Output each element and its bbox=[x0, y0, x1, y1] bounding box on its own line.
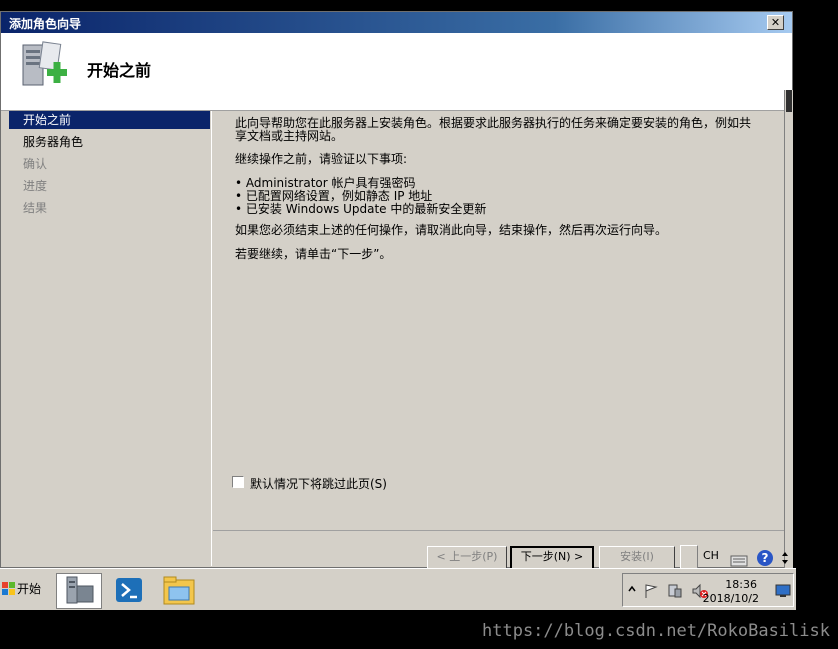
verify-heading: 继续操作之前，请验证以下事项: bbox=[235, 152, 408, 166]
nav-step-progress: 进度 bbox=[23, 179, 48, 193]
scrollbar[interactable] bbox=[784, 90, 793, 570]
clock-date[interactable]: 2018/10/2 bbox=[703, 592, 759, 605]
desktop-icon[interactable] bbox=[775, 584, 791, 598]
help-icon[interactable]: ? bbox=[756, 547, 774, 569]
chevron-up-icon[interactable] bbox=[627, 584, 637, 594]
server-manager-icon[interactable] bbox=[56, 573, 102, 609]
nav-step-results: 结果 bbox=[23, 201, 48, 215]
start-button[interactable]: 开始 bbox=[0, 575, 48, 603]
wizard-content: 此向导帮助您在此服务器上安装角色。根据要求此服务器执行的任务来确定要安装的角色，… bbox=[213, 111, 790, 531]
install-button[interactable]: 安装(I) bbox=[599, 546, 675, 569]
intro-text: 此向导帮助您在此服务器上安装角色。根据要求此服务器执行的任务来确定要安装的角色，… bbox=[235, 116, 752, 143]
title-bar[interactable]: 添加角色向导 ✕ bbox=[1, 12, 792, 33]
windows-logo-icon bbox=[2, 582, 15, 595]
back-button[interactable]: < 上一步(P) bbox=[427, 546, 507, 569]
checklist: • Administrator 帐户具有强密码 • 已配置网络设置，例如静态 I… bbox=[235, 177, 486, 216]
flag-icon[interactable] bbox=[643, 583, 659, 599]
nav-step-confirmation: 确认 bbox=[23, 157, 48, 171]
continue-note: 若要继续，请单击“下一步”。 bbox=[235, 247, 392, 261]
skip-page-label[interactable]: 默认情况下将跳过此页(S) bbox=[250, 475, 387, 492]
langbar-handle[interactable] bbox=[680, 545, 698, 569]
powershell-icon[interactable] bbox=[107, 573, 151, 607]
taskbar: 开始 18:36 2018/10/2 bbox=[0, 568, 796, 610]
cancel-note: 如果您必须结束上述的任何操作，请取消此向导，结束操作，然后再次运行向导。 bbox=[235, 223, 668, 237]
scrollbar-thumb[interactable] bbox=[786, 90, 792, 112]
language-bar: CH ? bbox=[676, 545, 792, 569]
nav-step-before-you-begin[interactable]: 开始之前 bbox=[9, 111, 210, 129]
start-label: 开始 bbox=[17, 582, 42, 596]
checklist-item: • 已安装 Windows Update 中的最新安全更新 bbox=[235, 202, 487, 216]
svg-text:?: ? bbox=[762, 551, 769, 565]
server-add-role-icon bbox=[22, 41, 67, 86]
explorer-icon[interactable] bbox=[157, 573, 201, 607]
nav-step-server-roles[interactable]: 服务器角色 bbox=[9, 133, 210, 151]
skip-page-checkbox[interactable] bbox=[232, 476, 244, 488]
page-title: 开始之前 bbox=[87, 61, 152, 80]
clock-time[interactable]: 18:36 bbox=[725, 578, 757, 591]
system-tray: 18:36 2018/10/2 bbox=[622, 573, 794, 607]
close-button[interactable]: ✕ bbox=[767, 15, 784, 30]
watermark-text: https://blog.csdn.net/RokoBasilisk bbox=[482, 621, 830, 641]
add-roles-wizard-window: 添加角色向导 ✕ 开始之前 开始之前 服务器角色 确认 进度 结果 此向导帮助您… bbox=[0, 11, 793, 571]
wizard-header: 开始之前 bbox=[1, 33, 792, 111]
wizard-steps-nav: 开始之前 服务器角色 确认 进度 结果 bbox=[9, 111, 212, 566]
network-icon[interactable] bbox=[667, 583, 683, 599]
langbar-options-icon[interactable] bbox=[780, 547, 790, 569]
window-title: 添加角色向导 bbox=[9, 17, 82, 31]
